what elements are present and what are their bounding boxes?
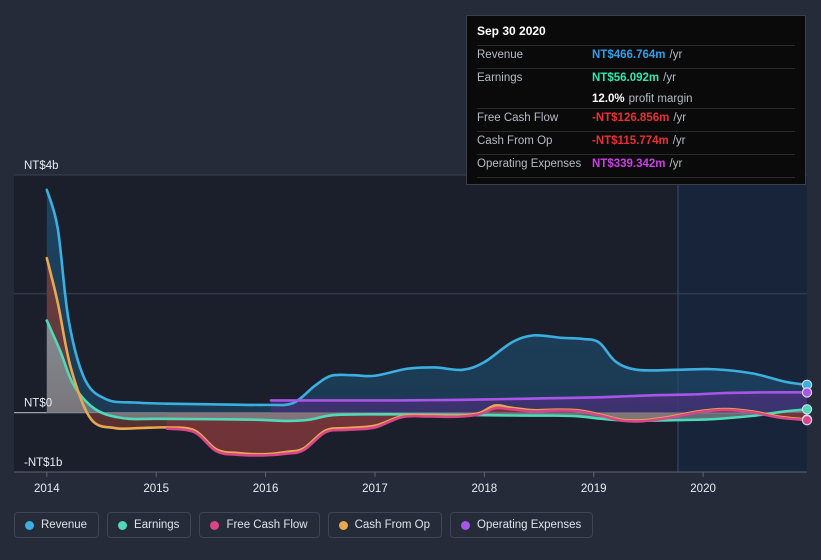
legend-item-free-cash-flow[interactable]: Free Cash Flow (199, 512, 320, 538)
tooltip-row: Operating Expenses NT$339.342m/yr (477, 154, 795, 177)
tooltip-row-value: NT$56.092m (592, 72, 660, 84)
x-axis-tick-label: 2019 (581, 483, 607, 495)
x-axis-tick-label: 2017 (362, 483, 388, 495)
tooltip-row-label: Cash From Op (477, 135, 553, 147)
x-axis-tick-label: 2020 (690, 483, 716, 495)
legend-color-dot-icon (118, 520, 128, 530)
chart-legend: Revenue Earnings Free Cash Flow Cash From O… (14, 512, 594, 538)
legend-item-label: Cash From Op (354, 519, 431, 531)
tooltip-row-unit: /yr (673, 112, 687, 124)
tooltip-row-label: Earnings (477, 72, 523, 84)
tooltip-row-unit: /yr (669, 49, 683, 61)
tooltip-row-value: -NT$115.774m (592, 135, 669, 147)
tooltip-row-value-wrap: -NT$115.774m/yr (592, 135, 686, 147)
endpoint-dot-free-cash-flow (801, 414, 813, 426)
legend-item-label: Operating Expenses (477, 519, 582, 531)
tooltip-rows: Revenue NT$466.764m/yr Earnings NT$56.092m /… (477, 45, 795, 177)
x-axis-tick-label: 2016 (253, 483, 279, 495)
tooltip-row-label: Revenue (477, 49, 524, 61)
x-axis-tick-label: 2018 (472, 483, 498, 495)
legend-color-dot-icon (210, 520, 220, 530)
tooltip-row-value-wrap: NT$466.764m/yr (592, 49, 682, 61)
tooltip-row-label: Operating Expenses (477, 158, 582, 170)
tooltip-row: Cash From Op -NT$115.774m/yr (477, 131, 795, 154)
tooltip-row-value-wrap: -NT$126.856m/yr (592, 112, 686, 124)
y-axis-tick-label: NT$4b (24, 160, 59, 172)
legend-color-dot-icon (461, 520, 471, 530)
tooltip-row: Earnings NT$56.092m/yr (477, 68, 795, 91)
tooltip-row-value: NT$466.764m (592, 49, 666, 61)
tooltip-row: Revenue NT$466.764m/yr (477, 45, 795, 68)
tooltip-profit-margin-label: profit margin (628, 93, 693, 105)
endpoint-dot-operating-expenses (801, 387, 813, 398)
legend-color-dot-icon (25, 520, 34, 530)
legend-item-cash-from-op[interactable]: Cash From Op (327, 512, 443, 538)
tooltip-row-label: Free Cash Flow (477, 112, 559, 124)
tooltip-row-value-wrap: NT$56.092m/yr (592, 72, 676, 84)
tooltip-date: Sep 30 2020 (477, 24, 546, 38)
x-axis-tick-label: 2015 (143, 483, 169, 495)
legend-item-label: Earnings (134, 519, 180, 531)
legend-item-label: Revenue (41, 519, 88, 531)
tooltip-row-unit: /yr (663, 72, 676, 84)
legend-item-earnings[interactable]: Earnings (107, 512, 192, 538)
tooltip-profit-margin-row: 12.0% profit margin (477, 91, 795, 108)
tooltip-profit-margin-value: 12.0% (592, 93, 625, 105)
tooltip-row-value: NT$339.342m (592, 158, 666, 170)
x-axis-tick-label: 2014 (34, 483, 60, 495)
forecast-region (677, 175, 807, 472)
tooltip-row-value: -NT$126.856m (592, 112, 670, 124)
endpoint-dot-earnings (801, 404, 813, 415)
legend-item-revenue[interactable]: Revenue (14, 512, 100, 538)
legend-item-operating-expenses[interactable]: Operating Expenses (450, 512, 594, 538)
tooltip-row: Free Cash Flow -NT$126.856m/yr (477, 108, 795, 131)
tooltip-bottom-divider (477, 177, 795, 178)
y-axis-tick-label: NT$0 (24, 398, 52, 410)
tooltip-profit-margin-wrap: 12.0% profit margin (592, 93, 693, 105)
y-axis-tick-label: -NT$1b (24, 457, 62, 469)
tooltip-row-unit: /yr (669, 158, 683, 170)
legend-color-dot-icon (338, 520, 348, 530)
chart-tooltip: Sep 30 2020 Revenue NT$466.764m/yr Earning… (466, 15, 806, 185)
tooltip-row-value-wrap: NT$339.342m/yr (592, 158, 682, 170)
legend-item-label: Free Cash Flow (226, 519, 308, 531)
tooltip-row-unit: /yr (672, 135, 686, 147)
